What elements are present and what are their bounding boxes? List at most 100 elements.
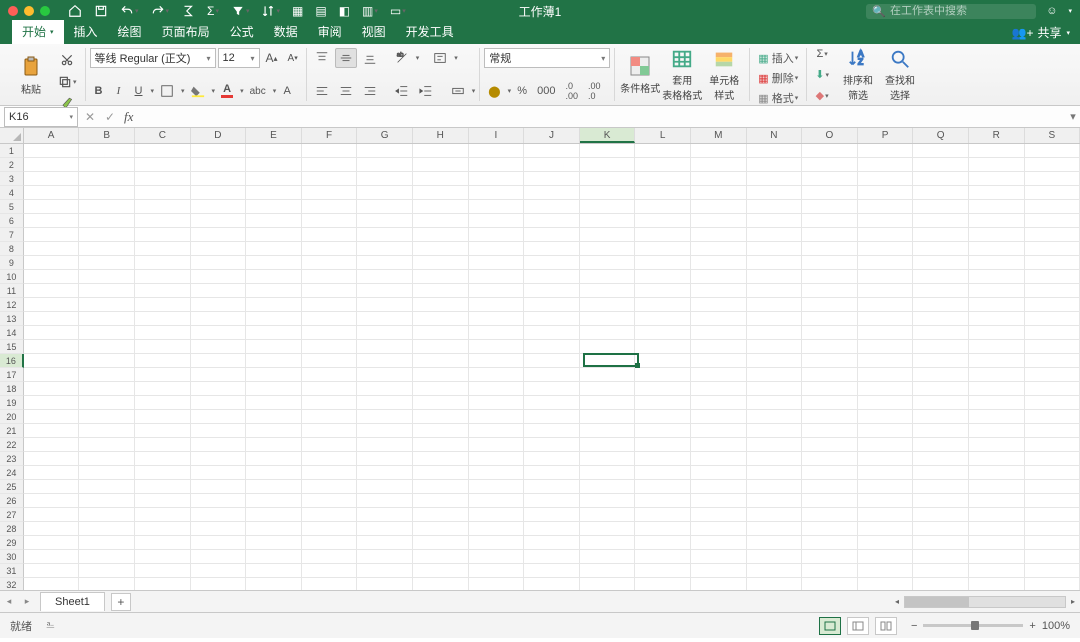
cell[interactable] (135, 550, 191, 564)
font-name-combo[interactable]: 等线 Regular (正文)▾ (90, 48, 216, 68)
cell[interactable] (302, 298, 358, 312)
cell[interactable] (79, 228, 135, 242)
cell[interactable] (135, 284, 191, 298)
cell[interactable] (135, 270, 191, 284)
col-header-E[interactable]: E (246, 128, 302, 143)
table-format-button[interactable]: 套用 表格格式 (661, 48, 703, 102)
cell[interactable] (635, 578, 691, 591)
cell[interactable] (302, 396, 358, 410)
cell[interactable] (635, 536, 691, 550)
cell[interactable] (469, 326, 525, 340)
cell[interactable] (691, 186, 747, 200)
cell[interactable] (858, 172, 914, 186)
row-header[interactable]: 20 (0, 410, 24, 424)
cell[interactable] (246, 256, 302, 270)
cell[interactable] (469, 200, 525, 214)
row-header[interactable]: 6 (0, 214, 24, 228)
align-center-button[interactable] (335, 81, 357, 101)
cell[interactable] (24, 452, 80, 466)
cell[interactable] (747, 242, 803, 256)
cell[interactable] (524, 144, 580, 158)
cell[interactable] (302, 284, 358, 298)
cell[interactable] (913, 368, 969, 382)
cell[interactable] (691, 438, 747, 452)
formula-icon[interactable] (181, 4, 195, 18)
formula-input[interactable] (137, 106, 1066, 127)
cell[interactable] (1025, 354, 1080, 368)
cell[interactable] (969, 312, 1025, 326)
cell[interactable] (691, 200, 747, 214)
cell[interactable] (969, 522, 1025, 536)
cell[interactable] (858, 144, 914, 158)
cell[interactable] (24, 200, 80, 214)
cell[interactable] (635, 522, 691, 536)
fill-color-button[interactable] (187, 81, 209, 101)
cell[interactable] (580, 256, 636, 270)
cell[interactable] (747, 298, 803, 312)
cell[interactable] (747, 200, 803, 214)
cell[interactable] (302, 480, 358, 494)
cell[interactable] (357, 480, 413, 494)
cell[interactable] (635, 326, 691, 340)
cell[interactable] (913, 578, 969, 591)
cell[interactable] (858, 536, 914, 550)
cell[interactable] (1025, 200, 1080, 214)
cell[interactable] (246, 508, 302, 522)
col-header-C[interactable]: C (135, 128, 191, 143)
bold-button[interactable]: B (90, 81, 108, 101)
cell[interactable] (747, 494, 803, 508)
cell[interactable] (469, 284, 525, 298)
cell[interactable] (246, 284, 302, 298)
cell[interactable] (913, 536, 969, 550)
cell[interactable] (580, 396, 636, 410)
cell[interactable] (802, 186, 858, 200)
cell[interactable] (913, 172, 969, 186)
cell[interactable] (635, 186, 691, 200)
zoom-control[interactable]: − + 100% (911, 620, 1070, 632)
cell[interactable] (858, 452, 914, 466)
cell[interactable] (969, 480, 1025, 494)
cell[interactable] (24, 284, 80, 298)
find-select-button[interactable]: 查找和 选择 (879, 48, 921, 102)
search-input[interactable] (890, 5, 1030, 17)
cell[interactable] (747, 144, 803, 158)
cell[interactable] (413, 144, 469, 158)
cell[interactable] (469, 382, 525, 396)
cell[interactable] (747, 326, 803, 340)
cell[interactable] (135, 368, 191, 382)
cell[interactable] (802, 158, 858, 172)
cell[interactable] (524, 424, 580, 438)
cell[interactable] (635, 480, 691, 494)
cell[interactable] (635, 242, 691, 256)
cell[interactable] (691, 536, 747, 550)
cell[interactable] (691, 578, 747, 591)
cell[interactable] (635, 172, 691, 186)
cell[interactable] (747, 228, 803, 242)
cell[interactable] (246, 298, 302, 312)
cell[interactable] (580, 144, 636, 158)
cell[interactable] (913, 480, 969, 494)
fx-cancel-button[interactable]: ✕ (80, 110, 100, 124)
toolbar-icon[interactable]: ▭▾ (390, 4, 406, 18)
cell[interactable] (691, 340, 747, 354)
font-grow-button[interactable]: A▴ (262, 48, 282, 68)
cell[interactable] (191, 186, 247, 200)
col-header-A[interactable]: A (24, 128, 80, 143)
cell[interactable] (580, 452, 636, 466)
cell[interactable] (635, 312, 691, 326)
cell[interactable] (79, 340, 135, 354)
cell[interactable] (79, 144, 135, 158)
cell[interactable] (858, 466, 914, 480)
row-header[interactable]: 29 (0, 536, 24, 550)
cell[interactable] (524, 298, 580, 312)
cell[interactable] (24, 242, 80, 256)
cell[interactable] (302, 536, 358, 550)
cell[interactable] (246, 158, 302, 172)
cell[interactable] (1025, 186, 1080, 200)
cell[interactable] (691, 326, 747, 340)
decimal-dec-button[interactable]: .00.0 (584, 81, 605, 101)
cell[interactable] (858, 214, 914, 228)
cell[interactable] (969, 424, 1025, 438)
cell[interactable] (357, 438, 413, 452)
cell[interactable] (79, 564, 135, 578)
